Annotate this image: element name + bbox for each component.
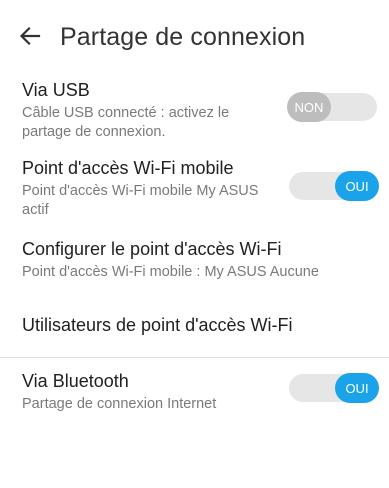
setting-title: Via Bluetooth (22, 371, 129, 391)
toggle-thumb-label: OUI (335, 171, 379, 201)
page-title: Partage de connexion (60, 23, 306, 51)
arrow-left-icon[interactable] (18, 24, 42, 48)
setting-row-wifi-hotspot[interactable]: Point d'accès Wi-Fi mobile Point d'accès… (0, 150, 389, 220)
toggle-thumb-label: NON (287, 92, 331, 122)
setting-title: Utilisateurs de point d'accès Wi-Fi (22, 315, 293, 335)
setting-row-configure-hotspot[interactable]: Configurer le point d'accès Wi-Fi Point … (0, 228, 389, 288)
wifi-hotspot-toggle[interactable]: OUI (287, 170, 379, 202)
setting-subtitle: Point d'accès Wi-Fi mobile My ASUS actif (22, 183, 259, 218)
setting-row-via-bluetooth[interactable]: Via Bluetooth Partage de connexion Inter… (0, 360, 389, 430)
setting-title: Point d'accès Wi-Fi mobile (22, 158, 234, 178)
app-bar: Partage de connexion (0, 0, 389, 72)
setting-row-hotspot-users[interactable]: Utilisateurs de point d'accès Wi-Fi (0, 296, 389, 356)
toggle-thumb-label: OUI (335, 373, 379, 403)
setting-title: Configurer le point d'accès Wi-Fi (22, 239, 282, 259)
setting-title: Via USB (22, 80, 90, 100)
setting-subtitle: Câble USB connecté : activez le partage … (22, 105, 230, 140)
usb-tethering-toggle[interactable]: NON (287, 91, 379, 123)
bluetooth-tethering-toggle[interactable]: OUI (287, 372, 379, 404)
setting-subtitle: Point d'accès Wi-Fi mobile : My ASUS Auc… (22, 264, 319, 280)
setting-row-via-usb[interactable]: Via USB Câble USB connecté : activez le … (0, 74, 389, 144)
divider (0, 357, 389, 358)
